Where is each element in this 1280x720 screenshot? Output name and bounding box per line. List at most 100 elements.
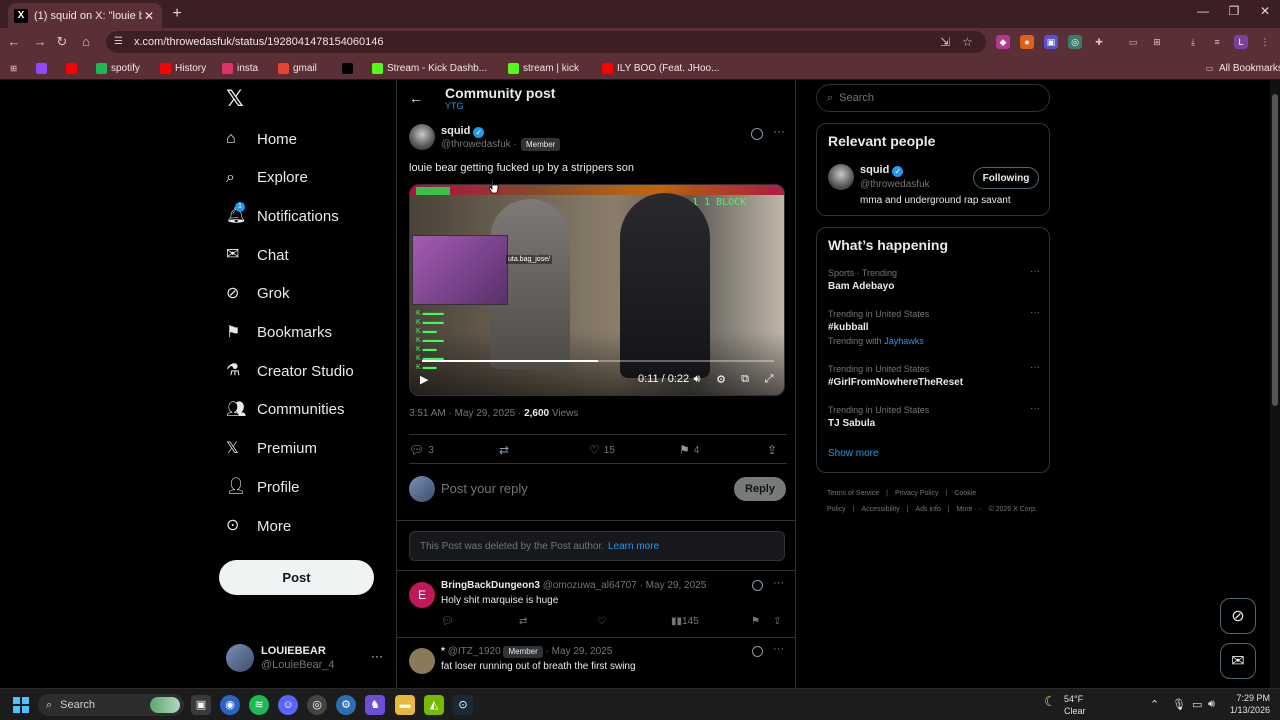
tab-search-icon[interactable]: ⊞ [1150,35,1164,49]
nav-item-notifications[interactable]: 🔔︎ 1 Notifications [226,201,339,231]
discord-icon[interactable]: ☺ [278,695,298,715]
spotify-icon[interactable]: ≋ [249,695,269,715]
grok-fab-icon[interactable]: ⊘ [1220,598,1256,634]
following-button[interactable]: Following [973,167,1039,189]
reply-button[interactable]: Reply [734,477,786,501]
learn-more-link[interactable]: Learn more [608,541,659,552]
back-icon[interactable]: ← [6,34,22,50]
reply-author[interactable]: BringBackDungeon3 @omozuwa_al64707 · May… [441,580,706,591]
nav-item-home[interactable]: ⌂ Home [226,124,297,154]
trend-item[interactable]: Sports · Trending Bam Adebayo ··· [828,266,1040,292]
address-bar[interactable]: ☰ x.com/throwedasfuk/status/192804147815… [106,31,986,53]
bookmark-item[interactable]: Stream - Kick Dashb... [372,60,487,76]
more-icon[interactable]: ··· [1030,266,1040,277]
minimize-icon[interactable]: — [1188,4,1218,18]
more-icon[interactable]: ··· [371,649,383,663]
more-icon[interactable]: ··· [1030,307,1040,318]
steam-icon[interactable]: ⊙ [453,695,473,715]
repost-icon[interactable]: ⇄ [519,616,527,627]
page-scrollbar[interactable] [1270,80,1280,688]
post-button[interactable]: Post [219,560,374,595]
messages-fab-icon[interactable]: ✉ [1220,643,1256,679]
bookmark-item[interactable]: spotify [96,60,140,76]
file-explorer-icon[interactable]: ▬ [395,695,415,715]
footer-link[interactable]: © 2026 X Corp. [988,506,1036,513]
fullscreen-icon[interactable]: ⤢ [762,373,776,386]
home-icon[interactable]: ⌂ [78,34,94,50]
chrome-icon[interactable]: ◉ [220,695,240,715]
search-input[interactable]: ⌕ Search [816,84,1050,112]
bookmark-icon[interactable]: ⚑ [751,616,760,627]
more-icon[interactable]: ··· [1030,403,1040,414]
repost-action[interactable]: ⇄ [499,443,513,457]
volume-icon[interactable]: 🔊︎ [690,373,704,386]
avatar[interactable]: E [409,582,435,608]
person-name[interactable]: squid ✓ [860,164,904,177]
sidepanel-icon[interactable]: ▭ [1126,35,1140,49]
task-view-icon[interactable]: ▣ [191,695,211,715]
nvidia-icon[interactable]: ◭ [424,695,444,715]
nav-item-premium[interactable]: 𝕏 Premium [226,434,317,464]
avatar[interactable] [409,648,435,674]
tab-close-button[interactable]: ✕ [142,9,156,23]
video-player[interactable]: 1 1 1 BLOCK uta.bag_jose/ K ▬▬▬ K ▬▬▬ K ▬▬… [409,184,785,396]
taskbar-search[interactable]: ⌕ Search [38,694,184,716]
avatar[interactable] [409,124,435,150]
apps-grid-icon[interactable]: ⊞ [8,60,23,76]
windows-start-icon[interactable] [13,697,29,713]
game-icon[interactable]: ♞ [365,695,385,715]
trend-item[interactable]: Trending in United States #kubball Trend… [828,307,1040,346]
bookmark-item[interactable]: History [160,60,206,76]
restore-icon[interactable]: ❐ [1219,4,1249,18]
nav-item-chat[interactable]: ✉ Chat [226,240,289,270]
community-link[interactable]: YTG [445,101,464,111]
more-icon[interactable]: ··· [773,577,784,589]
footer-link[interactable]: Privacy Policy [895,490,939,497]
list-item[interactable]: * @ITZ_1920 Member · May 29, 2025 fat lo… [409,643,787,688]
window-close-icon[interactable]: ✕ [1250,4,1280,18]
more-icon[interactable]: ··· [773,124,785,138]
display-icon[interactable]: ▭ [1192,698,1202,711]
scrollbar-thumb[interactable] [1272,94,1278,406]
account-switcher[interactable]: LOUIEBEAR @LouieBear_4 ··· [226,641,386,677]
show-more-link[interactable]: Show more [828,448,879,459]
nav-item-grok[interactable]: ⊘ Grok [226,279,290,309]
bookmark-item[interactable] [66,60,81,76]
grok-icon[interactable] [752,646,763,657]
footer-link[interactable]: Ads info [915,506,940,513]
star-icon[interactable]: ☆ [962,31,973,53]
reload-icon[interactable]: ↻ [54,34,70,50]
grok-icon[interactable] [751,128,763,140]
extension-icon[interactable]: ● [1020,35,1034,49]
settings-icon[interactable]: ⚙ [336,695,356,715]
all-bookmarks[interactable]: ▭ All Bookmarks [1204,60,1280,76]
nav-item-creator-studio[interactable]: ⚗ Creator Studio [226,356,354,386]
extension-icon[interactable]: ◎ [1068,35,1082,49]
list-item[interactable]: E BringBackDungeon3 @omozuwa_al64707 · M… [409,577,787,642]
obs-icon[interactable]: ◎ [307,695,327,715]
trend-item[interactable]: Trending in United States #GirlFromNowhe… [828,362,1040,388]
footer-link[interactable]: More ··· [957,506,982,513]
reply-action[interactable]: 💬︎ 3 [409,443,434,457]
grok-icon[interactable] [752,580,763,591]
bookmark-item[interactable] [342,60,357,76]
trend-with-link[interactable]: Jayhawks [884,336,924,346]
play-icon[interactable]: ▶ [420,373,428,386]
share-action[interactable]: ⇪ [767,443,781,457]
back-arrow-icon[interactable]: ← [409,90,423,106]
share-icon[interactable]: ⇪ [773,616,781,627]
extension-icon[interactable]: ▣ [1044,35,1058,49]
reply-input[interactable]: Post your reply [441,481,528,496]
footer-link[interactable]: Terms of Service [827,490,879,497]
bookmark-item[interactable] [36,60,51,76]
nav-item-more[interactable]: ⊙ More [226,511,291,541]
microphone-icon[interactable]: 🎙︎ [1172,698,1186,711]
heart-icon[interactable]: ♡ [597,616,606,627]
chevron-up-icon[interactable]: ⌃ [1150,698,1159,711]
more-icon[interactable]: ··· [1030,362,1040,373]
like-action[interactable]: ♡ 15 [589,443,615,457]
browser-menu-icon[interactable]: ⋮ [1258,35,1272,49]
install-icon[interactable]: ⇲ [940,31,950,53]
more-icon[interactable]: ··· [773,643,784,655]
comment-icon[interactable]: 💬︎ [441,616,454,627]
